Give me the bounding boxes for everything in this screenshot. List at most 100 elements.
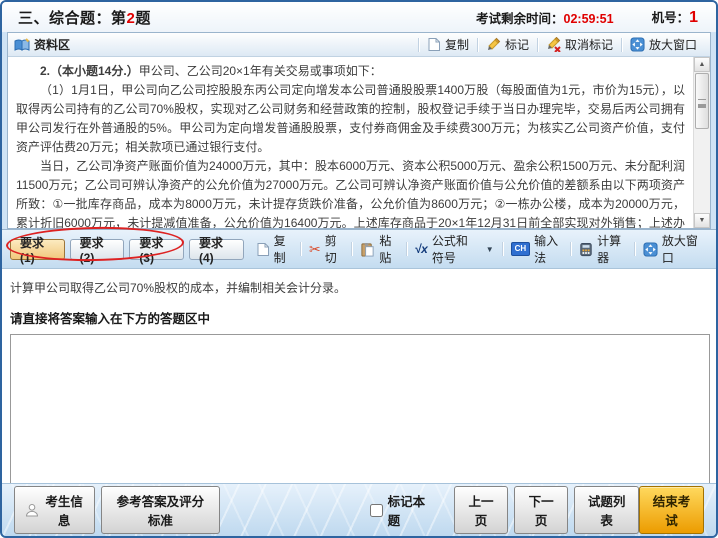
mark-label: 标记 — [505, 36, 529, 53]
ime-ch-icon: CH — [511, 242, 531, 256]
title-bar: 三、综合题：第2题 考试剩余时间：02:59:51 机号：1 — [2, 2, 716, 32]
next-page-label: 下一页 — [525, 491, 557, 529]
toolbar-divider — [300, 242, 301, 256]
calculator-button[interactable]: 计算器 — [572, 230, 633, 268]
material-intro: 2.（本小题14分.）甲公司、乙公司20×1年有关交易或事项如下： — [16, 62, 685, 81]
material-scrollbar[interactable]: ▲ ▼ — [693, 57, 710, 228]
section-title-prefix: 三、综合题：第 — [18, 10, 127, 27]
cut-label: 剪切 — [325, 232, 344, 266]
paste-label: 粘贴 — [379, 232, 397, 266]
enlarge-window-icon — [630, 37, 645, 52]
formula-label: 公式和符号 — [432, 232, 480, 266]
cut-button[interactable]: ✂ 剪切 — [302, 230, 351, 268]
candidate-info-button[interactable]: 考生信息 — [14, 486, 95, 534]
formula-symbols-button[interactable]: √x 公式和符号 ▼ — [408, 230, 501, 268]
mark-question-label: 标记本题 — [388, 491, 428, 529]
chevron-down-icon: ▼ — [486, 245, 494, 254]
material-content: 2.（本小题14分.）甲公司、乙公司20×1年有关交易或事项如下： （1）1月1… — [8, 57, 710, 228]
unmark-button[interactable]: 取消标记 — [539, 34, 620, 55]
answer-enlarge-label: 放大窗口 — [662, 232, 701, 266]
toolbar-divider — [634, 242, 635, 256]
formula-icon: √x — [415, 242, 428, 256]
scissors-icon: ✂ — [309, 242, 321, 256]
enlarge-window-icon — [643, 242, 658, 257]
copy-label: 复制 — [445, 36, 469, 53]
toolbar-divider — [502, 242, 503, 256]
requirement-tabbar: 要求(1) 要求(2) 要求(3) 要求(4) 复制 ✂ 剪切 粘贴 √x 公式… — [2, 229, 716, 269]
paste-button[interactable]: 粘贴 — [353, 230, 404, 268]
toolbar-divider — [570, 242, 571, 256]
toolbar-divider — [351, 242, 352, 256]
machine-label: 机号： — [652, 11, 690, 25]
tab-requirement-3[interactable]: 要求(3) — [129, 239, 184, 260]
scroll-down-arrow[interactable]: ▼ — [694, 213, 710, 228]
toolbar-divider — [621, 38, 622, 52]
mark-question-group: 标记本题 — [370, 491, 428, 529]
copy-icon — [427, 37, 441, 52]
timer-value: 02:59:51 — [564, 12, 614, 26]
candidate-info-label: 考生信息 — [44, 491, 84, 529]
toolbar-divider — [418, 38, 419, 52]
material-intro-rest: 甲公司、乙公司20×1年有关交易或事项如下： — [139, 64, 382, 78]
exam-timer: 考试剩余时间：02:59:51 — [476, 8, 614, 27]
mark-button[interactable]: 标记 — [479, 34, 536, 55]
ime-label: 输入法 — [534, 232, 562, 266]
input-method-button[interactable]: CH 输入法 — [504, 230, 570, 268]
question-list-button[interactable]: 试题列表 — [574, 486, 639, 534]
requirement-text: 计算甲公司取得乙公司70%股权的成本，并编制相关会计分录。 — [10, 279, 708, 296]
toolbar-divider — [406, 242, 407, 256]
prev-page-button[interactable]: 上一页 — [454, 486, 508, 534]
answer-copy-label: 复制 — [274, 232, 292, 266]
material-toolbar: 复制 标记 取消标记 放大窗口 — [417, 34, 704, 55]
machine-number: 机号：1 — [652, 7, 702, 27]
material-header: 资料区 复制 标记 取消标记 — [8, 33, 710, 57]
answer-instruction: 请直接将答案输入在下方的答题区中 — [10, 308, 708, 327]
tab-requirement-1[interactable]: 要求(1) — [10, 239, 65, 260]
scrollbar-thumb[interactable] — [695, 73, 709, 129]
calculator-label: 计算器 — [597, 232, 626, 266]
material-panel-title: 资料区 — [34, 36, 70, 53]
end-exam-label: 结束考试 — [650, 491, 693, 529]
material-panel: 资料区 复制 标记 取消标记 — [7, 32, 711, 229]
answer-textarea[interactable] — [10, 334, 710, 483]
toolbar-divider — [477, 38, 478, 52]
unmark-label: 取消标记 — [565, 36, 613, 53]
question-material-text: 2.（本小题14分.）甲公司、乙公司20×1年有关交易或事项如下： （1）1月1… — [8, 57, 693, 228]
scrollbar-grip — [698, 99, 706, 104]
person-icon — [25, 503, 39, 517]
timer-label: 考试剩余时间： — [476, 12, 564, 26]
answer-enlarge-window-button[interactable]: 放大窗口 — [636, 230, 708, 268]
exam-window: 三、综合题：第2题 考试剩余时间：02:59:51 机号：1 资料区 复制 — [0, 0, 718, 538]
reference-answer-label: 参考答案及评分标准 — [112, 491, 208, 529]
calculator-icon — [579, 242, 593, 257]
reference-answer-button[interactable]: 参考答案及评分标准 — [101, 486, 219, 534]
book-icon — [14, 38, 30, 52]
next-page-button[interactable]: 下一页 — [514, 486, 568, 534]
scroll-up-arrow[interactable]: ▲ — [694, 57, 710, 72]
tab-requirement-2[interactable]: 要求(2) — [70, 239, 125, 260]
question-list-label: 试题列表 — [585, 491, 628, 529]
tab-requirement-4[interactable]: 要求(4) — [189, 239, 244, 260]
page-title: 三、综合题：第2题 — [18, 7, 151, 28]
enlarge-window-button[interactable]: 放大窗口 — [623, 34, 704, 55]
copy-button[interactable]: 复制 — [420, 34, 476, 55]
answer-copy-button[interactable]: 复制 — [249, 230, 299, 268]
enlarge-label: 放大窗口 — [649, 36, 697, 53]
highlighter-icon — [486, 37, 501, 52]
footer-bar: 考生信息 参考答案及评分标准 标记本题 上一页 下一页 试题列表 结束考试 — [2, 483, 716, 536]
mark-question-checkbox[interactable] — [370, 504, 383, 517]
answer-section: 计算甲公司取得乙公司70%股权的成本，并编制相关会计分录。 请直接将答案输入在下… — [2, 269, 716, 483]
scrollbar-track[interactable] — [694, 130, 710, 213]
material-paragraph: 当日，乙公司净资产账面价值为24000万元，其中：股本6000万元、资本公积50… — [16, 157, 685, 228]
toolbar-divider — [537, 38, 538, 52]
material-section: 资料区 复制 标记 取消标记 — [2, 32, 716, 229]
section-title-suffix: 题 — [135, 10, 151, 27]
unmark-icon — [546, 37, 561, 52]
copy-icon — [256, 242, 270, 257]
end-exam-button[interactable]: 结束考试 — [639, 486, 704, 534]
paste-icon — [360, 242, 375, 257]
prev-page-label: 上一页 — [465, 491, 497, 529]
answer-toolbar: 复制 ✂ 剪切 粘贴 √x 公式和符号 ▼ CH 输入法 — [249, 230, 708, 268]
machine-value: 1 — [689, 9, 698, 26]
material-intro-bold: 2.（本小题14分.） — [40, 64, 139, 78]
